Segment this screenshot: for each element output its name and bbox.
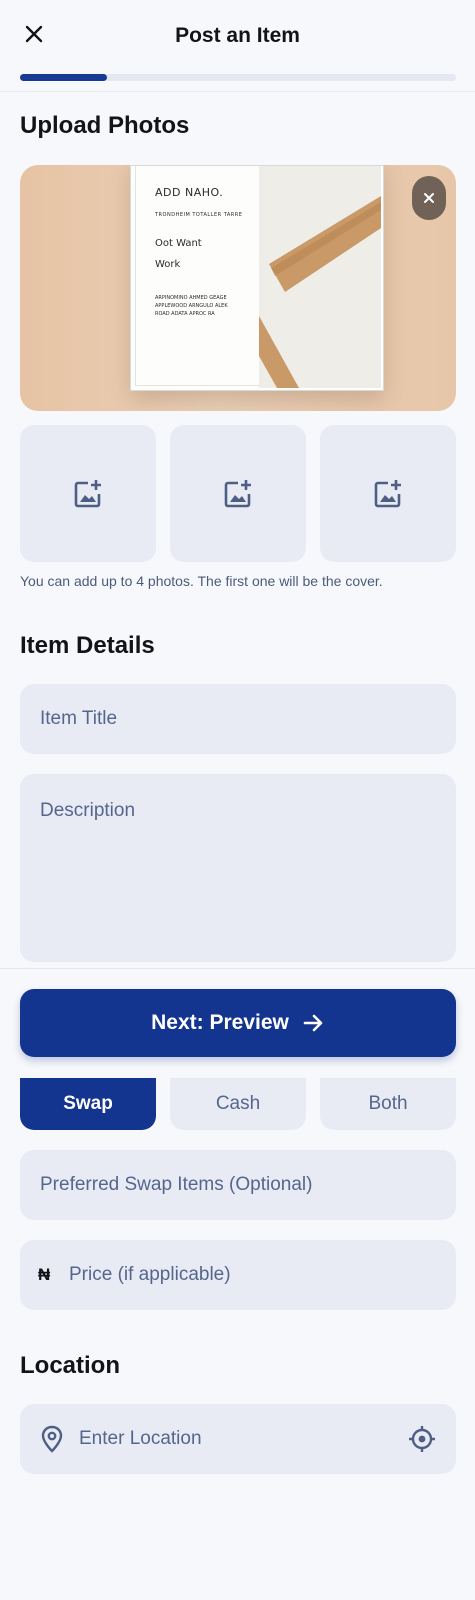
naira-currency-icon: ₦ bbox=[38, 1265, 51, 1284]
doc-line: Work bbox=[155, 259, 181, 270]
item-title-input[interactable]: Item Title bbox=[20, 684, 456, 754]
add-photo-slot[interactable] bbox=[170, 425, 306, 562]
doc-line: ARPINOMINO AHMED GEAGE APPLEWOOD ARNGULO… bbox=[155, 295, 228, 317]
trade-option-swap[interactable]: Swap bbox=[20, 1078, 156, 1130]
add-photo-slot[interactable] bbox=[20, 425, 156, 562]
doc-line: Oot Want bbox=[155, 238, 202, 249]
add-photo-icon bbox=[74, 479, 101, 507]
location-placeholder: Enter Location bbox=[79, 1428, 202, 1449]
progress-fill bbox=[20, 74, 108, 81]
top-bar: Post an Item bbox=[0, 0, 475, 92]
trade-option-cash[interactable]: Cash bbox=[170, 1078, 306, 1130]
description-input[interactable]: Description bbox=[20, 774, 456, 962]
wood-plank-illustration bbox=[259, 196, 381, 388]
page-title: Post an Item bbox=[175, 24, 300, 47]
item-details-heading: Item Details bbox=[20, 632, 155, 659]
arrow-right-icon bbox=[303, 1014, 323, 1032]
description-placeholder: Description bbox=[40, 800, 136, 821]
add-photo-icon bbox=[224, 479, 251, 507]
close-icon bbox=[424, 193, 434, 203]
upload-photos-heading: Upload Photos bbox=[20, 112, 190, 139]
price-input[interactable]: ₦ Price (if applicable) bbox=[20, 1240, 456, 1310]
next-preview-label: Next: Preview bbox=[151, 1011, 289, 1034]
preferred-swap-items-input[interactable]: Preferred Swap Items (Optional) bbox=[20, 1150, 456, 1220]
next-preview-button[interactable]: Next: Preview bbox=[20, 989, 456, 1057]
location-heading: Location bbox=[20, 1352, 120, 1379]
preferred-swap-placeholder: Preferred Swap Items (Optional) bbox=[40, 1174, 313, 1195]
item-title-placeholder: Item Title bbox=[40, 708, 118, 729]
bottom-action-bar: Next: Preview bbox=[0, 968, 475, 1078]
cover-photo[interactable]: ADD NAHO. TRONDHEIM TOTALLER TARRE Oot W… bbox=[20, 165, 456, 411]
add-photo-icon bbox=[374, 479, 401, 507]
location-input[interactable]: Enter Location bbox=[20, 1404, 456, 1474]
progress-bar bbox=[20, 74, 456, 81]
doc-line: ADD NAHO. bbox=[155, 186, 224, 199]
gps-target-icon[interactable] bbox=[408, 1425, 436, 1453]
add-photo-slot[interactable] bbox=[320, 425, 456, 562]
doc-wood-panel bbox=[259, 166, 381, 388]
cover-photo-document: ADD NAHO. TRONDHEIM TOTALLER TARRE Oot W… bbox=[130, 165, 384, 391]
photo-hint: You can add up to 4 photos. The first on… bbox=[20, 573, 383, 589]
location-pin-icon bbox=[41, 1425, 63, 1453]
remove-photo-button[interactable] bbox=[412, 176, 446, 220]
price-placeholder: Price (if applicable) bbox=[69, 1264, 231, 1285]
trade-option-both[interactable]: Both bbox=[320, 1078, 456, 1130]
doc-line: TRONDHEIM TOTALLER TARRE bbox=[155, 212, 243, 218]
